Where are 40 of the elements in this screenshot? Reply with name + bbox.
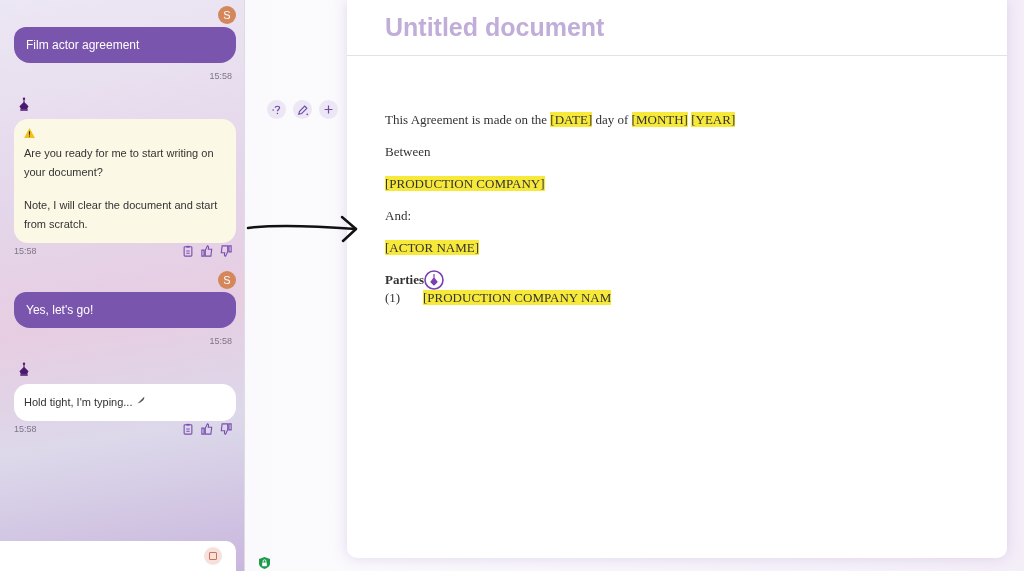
document-paragraph: [ACTOR NAME] — [385, 240, 481, 256]
document-paragraph: This Agreement is made on the [DATE] day of [MONTH] [YEAR] — [385, 112, 737, 128]
thumbs-down-icon[interactable] — [220, 423, 232, 435]
message-text: Are you ready for me to start writing on your document? — [24, 146, 215, 180]
timestamp: 15:58 — [209, 336, 232, 346]
help-button[interactable] — [267, 100, 286, 119]
timestamp: 15:58 — [209, 71, 232, 81]
message-input[interactable] — [0, 541, 236, 571]
document-paragraph: Between — [385, 144, 432, 160]
pen-nib-icon — [424, 270, 444, 290]
clipboard-icon[interactable] — [182, 423, 194, 435]
document-title[interactable]: Untitled document — [347, 0, 1007, 56]
document-paragraph: [PRODUCTION COMPANY] — [385, 176, 546, 192]
add-button[interactable] — [319, 100, 338, 119]
message-text: Note, I will clear the document and start from scratch. — [24, 198, 219, 232]
section-heading: Parties — [385, 272, 424, 288]
thumbs-up-icon[interactable] — [201, 423, 213, 435]
shield-lock-icon — [259, 557, 270, 569]
thumbs-down-icon[interactable] — [220, 245, 232, 257]
pen-nib-icon — [18, 95, 30, 113]
user-message: Film actor agreement — [14, 27, 236, 63]
document-paragraph: And: — [385, 208, 412, 224]
message-text: Hold tight, I'm typing... — [24, 393, 226, 412]
clipboard-icon[interactable] — [182, 245, 194, 257]
user-avatar: S — [218, 6, 236, 24]
timestamp: 15:58 — [14, 424, 37, 434]
list-number: (1) — [385, 290, 402, 306]
question-mark-icon — [270, 103, 283, 116]
thumbs-up-icon[interactable] — [201, 245, 213, 257]
pen-nib-icon — [18, 360, 30, 378]
user-message: Yes, let's go! — [14, 292, 236, 328]
feather-icon — [135, 396, 146, 406]
warning-icon — [24, 128, 35, 138]
plus-icon — [323, 104, 334, 115]
user-avatar: S — [218, 271, 236, 289]
stop-button[interactable] — [204, 547, 222, 565]
list-item-text: [PRODUCTION COMPANY NAM — [423, 290, 612, 306]
timestamp: 15:58 — [14, 246, 37, 256]
edit-button[interactable] — [293, 100, 312, 119]
pencil-icon — [296, 103, 309, 116]
